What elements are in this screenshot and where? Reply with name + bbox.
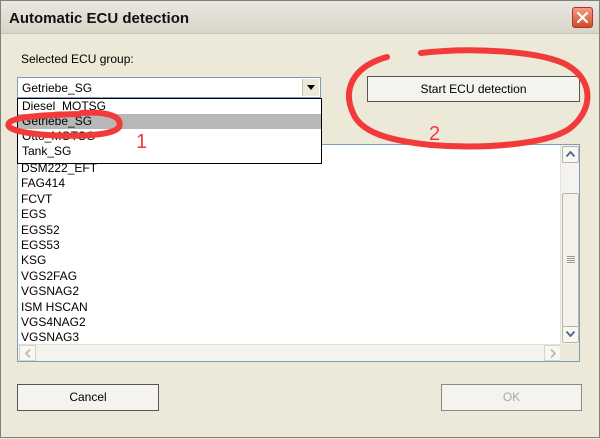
grip-line [567,262,575,263]
list-item[interactable]: EGS53 [21,238,97,253]
title-bar: Automatic ECU detection [1,1,599,34]
list-item[interactable]: ISM HSCAN [21,300,97,315]
list-item[interactable]: EGS [21,207,97,222]
grip-line [567,256,575,257]
dropdown-option[interactable]: Otto_MOTSG [18,129,321,144]
chevron-right-icon [550,349,556,358]
start-ecu-detection-button[interactable]: Start ECU detection [367,76,580,102]
ecu-group-label: Selected ECU group: [21,52,134,66]
ok-button[interactable]: OK [441,384,582,411]
list-item[interactable]: FAG414 [21,176,97,191]
ecu-detection-window: Automatic ECU detection Selected ECU gro… [0,0,600,438]
chevron-down-icon [307,85,315,90]
vertical-scrollbar[interactable] [560,145,579,344]
grip-line [567,258,575,259]
ecu-list-items: DSM222_EFT FAG414 FCVT EGS EGS52 EGS53 K… [21,161,97,346]
scroll-right-button[interactable] [544,345,561,361]
dropdown-button[interactable] [302,79,319,96]
horizontal-scrollbar[interactable] [18,344,562,361]
list-item[interactable]: EGS52 [21,223,97,238]
close-button[interactable] [572,7,593,28]
scroll-down-button[interactable] [562,326,579,343]
ecu-group-dropdown-list: Diesel_MOTSG Getriebe_SG Otto_MOTSG Tank… [17,98,322,164]
ecu-group-select[interactable]: Getriebe_SG [17,77,321,98]
scroll-left-button[interactable] [19,345,36,361]
dropdown-option[interactable]: Diesel_MOTSG [18,99,321,114]
annotation-number-2: 2 [429,123,440,145]
scroll-up-button[interactable] [562,146,579,163]
dropdown-option[interactable]: Tank_SG [18,144,321,159]
close-icon [576,11,589,24]
list-item[interactable]: VGS4NAG2 [21,315,97,330]
ecu-list[interactable]: DSM222_EFT FAG414 FCVT EGS EGS52 EGS53 K… [17,144,580,362]
ecu-group-selected-value: Getriebe_SG [22,81,93,95]
list-item[interactable]: VGSNAG2 [21,284,97,299]
chevron-left-icon [25,349,31,358]
grip-line [567,260,575,261]
dropdown-option-highlighted[interactable]: Getriebe_SG [18,114,321,129]
scrollbar-thumb[interactable] [562,193,579,327]
window-title: Automatic ECU detection [9,10,190,27]
list-item[interactable]: FCVT [21,192,97,207]
scrollbar-corner [560,344,579,361]
chevron-down-icon [566,331,575,337]
list-item[interactable]: VGS2FAG [21,269,97,284]
list-item[interactable]: KSG [21,253,97,268]
cancel-button[interactable]: Cancel [17,384,159,411]
chevron-up-icon [566,151,575,157]
